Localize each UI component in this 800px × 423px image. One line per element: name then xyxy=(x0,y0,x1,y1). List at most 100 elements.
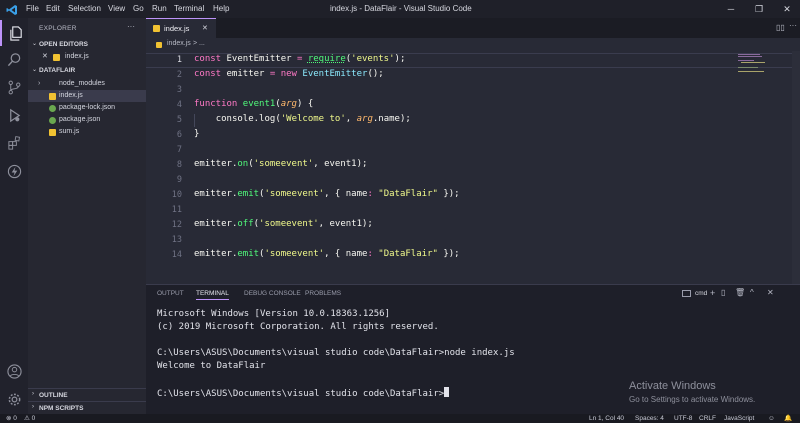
status-bar: ⊗ 0 ⚠ 0 Ln 1, Col 40 Spaces: 4 UTF-8 CRL… xyxy=(0,414,800,423)
code-token: 'someevent' xyxy=(253,159,314,169)
cursor-position[interactable]: Ln 1, Col 40 xyxy=(589,414,624,423)
extensions-icon[interactable] xyxy=(0,130,28,156)
open-editors-header[interactable]: ⌄ OPEN EDITORS xyxy=(28,39,146,50)
errors-count[interactable]: ⊗ 0 xyxy=(6,414,17,423)
split-editor-icon[interactable]: ▯▯ xyxy=(776,23,785,32)
indent-guide xyxy=(194,114,195,127)
account-icon[interactable] xyxy=(0,358,28,384)
code-token: , { xyxy=(324,249,346,259)
manage-gear-icon[interactable] xyxy=(0,386,28,412)
language-mode[interactable]: JavaScript xyxy=(724,414,754,423)
code-token: on xyxy=(237,159,249,169)
code-token: = xyxy=(264,69,281,79)
code-token: (); xyxy=(367,69,384,79)
line-number: 4 xyxy=(176,100,182,110)
code-editor[interactable]: 1 2 3 4 5 6 7 8 9 10 11 12 13 14 const E… xyxy=(146,51,800,284)
code-token: arg xyxy=(356,114,373,124)
code-token: emitter xyxy=(226,69,265,79)
notifications-icon[interactable]: 🔔 xyxy=(784,414,792,423)
close-window-button[interactable]: ✕ xyxy=(774,0,800,18)
code-token: const xyxy=(194,54,227,64)
line-number: 6 xyxy=(176,130,182,140)
feedback-icon[interactable]: ☺ xyxy=(768,414,775,423)
menu-run[interactable]: Run xyxy=(152,0,167,18)
close-icon[interactable]: ✕ xyxy=(42,51,48,63)
folder-header[interactable]: ⌄ DATAFLAIR xyxy=(28,65,146,76)
tab-close-icon[interactable]: ✕ xyxy=(202,24,208,32)
kill-terminal-icon[interactable]: 🗑 xyxy=(735,288,745,297)
split-terminal-icon[interactable]: ▯ xyxy=(721,288,725,297)
sidebar-title: EXPLORER xyxy=(39,25,77,32)
tab-problems[interactable]: PROBLEMS xyxy=(305,290,341,297)
tree-item-package-lock[interactable]: package-lock.json xyxy=(28,102,146,114)
code-token: }); xyxy=(437,189,460,199)
minimize-button[interactable]: ─ xyxy=(718,0,744,18)
tab-index-js[interactable]: index.js ✕ xyxy=(146,18,216,38)
code-token: function xyxy=(194,99,243,109)
open-editor-label: index.js xyxy=(65,53,89,60)
menu-terminal[interactable]: Terminal xyxy=(174,0,204,18)
menu-selection[interactable]: Selection xyxy=(68,0,101,18)
code-token: : xyxy=(367,249,379,259)
code-line-14: emitter.emit('someevent', { name: "DataF… xyxy=(194,249,460,259)
editor-more-button[interactable]: ··· xyxy=(789,21,797,30)
code-token: new xyxy=(280,69,303,79)
encoding[interactable]: UTF-8 xyxy=(674,414,692,423)
remote-icon[interactable] xyxy=(0,158,28,184)
indentation[interactable]: Spaces: 4 xyxy=(635,414,664,423)
menu-go[interactable]: Go xyxy=(133,0,144,18)
code-token: emit xyxy=(237,249,260,259)
search-icon[interactable] xyxy=(0,46,28,72)
end-of-line[interactable]: CRLF xyxy=(699,414,716,423)
menu-help[interactable]: Help xyxy=(213,0,229,18)
code-token: "DataFlair" xyxy=(378,189,438,199)
close-panel-icon[interactable]: ✕ xyxy=(767,288,774,297)
tab-debug-console[interactable]: DEBUG CONSOLE xyxy=(244,290,301,297)
editor-tabs: index.js ✕ ▯▯ ··· xyxy=(146,18,800,38)
outline-label: OUTLINE xyxy=(39,392,68,399)
terminal-select[interactable]: cmd xyxy=(682,289,712,299)
chevron-up-icon[interactable]: ^ xyxy=(750,288,754,297)
tree-item-sum-js[interactable]: sum.js xyxy=(28,126,146,138)
line-number: 3 xyxy=(176,85,182,95)
open-editors-label: OPEN EDITORS xyxy=(39,41,89,48)
line-number: 8 xyxy=(176,160,182,170)
breadcrumb-more[interactable]: > ... xyxy=(193,40,205,47)
source-control-icon[interactable] xyxy=(0,74,28,100)
tab-terminal[interactable]: TERMINAL xyxy=(196,290,229,300)
run-debug-icon[interactable] xyxy=(0,102,28,128)
line-number: 2 xyxy=(176,70,182,80)
explorer-icon[interactable] xyxy=(0,20,30,46)
tree-item-package-json[interactable]: package.json xyxy=(28,114,146,126)
npm-scripts-header[interactable]: › NPM SCRIPTS xyxy=(28,401,146,413)
code-line-4: function event1(arg) { xyxy=(194,99,313,109)
menu-file[interactable]: File xyxy=(26,0,39,18)
chevron-right-icon: › xyxy=(38,80,41,87)
code-token: EventEmitter xyxy=(226,54,292,64)
tree-item-index-js[interactable]: index.js xyxy=(28,90,146,102)
breadcrumb-file[interactable]: index.js xyxy=(167,40,191,47)
sidebar-more-button[interactable]: ··· xyxy=(127,22,135,31)
open-editor-item[interactable]: ✕ index.js xyxy=(28,51,146,63)
breadcrumb: index.js > ... xyxy=(146,38,800,51)
js-file-icon xyxy=(153,25,160,32)
editor-scrollbar[interactable] xyxy=(792,51,800,284)
terminal-line: C:\Users\ASUS\Documents\visual studio co… xyxy=(157,348,515,358)
menu-edit[interactable]: Edit xyxy=(46,0,60,18)
tree-item-label: index.js xyxy=(59,92,83,99)
terminal-prompt[interactable]: C:\Users\ASUS\Documents\visual studio co… xyxy=(157,387,450,399)
outline-header[interactable]: › OUTLINE xyxy=(28,388,146,400)
minimap[interactable] xyxy=(738,53,770,75)
new-terminal-icon[interactable]: + xyxy=(710,288,715,298)
tab-output[interactable]: OUTPUT xyxy=(157,290,184,297)
maximize-button[interactable]: ❐ xyxy=(746,0,772,18)
activate-windows-title: Activate Windows xyxy=(629,380,716,392)
menu-view[interactable]: View xyxy=(108,0,125,18)
js-file-icon xyxy=(49,93,56,100)
line-number: 14 xyxy=(171,250,182,260)
terminal-cursor xyxy=(444,387,450,397)
warnings-count[interactable]: ⚠ 0 xyxy=(24,414,35,423)
code-token: : xyxy=(367,189,379,199)
tree-item-node-modules[interactable]: › node_modules xyxy=(28,78,146,90)
